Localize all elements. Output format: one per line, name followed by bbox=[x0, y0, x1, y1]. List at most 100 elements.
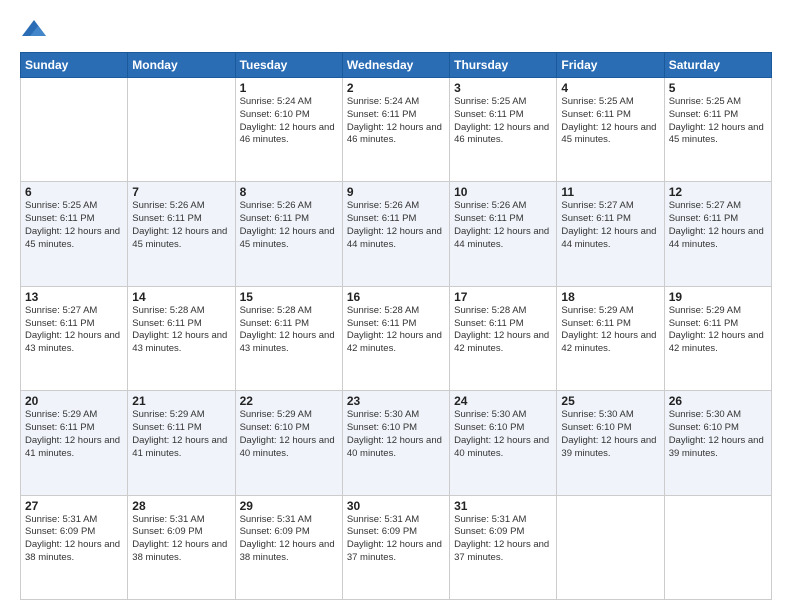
calendar-cell: 21Sunrise: 5:29 AM Sunset: 6:11 PM Dayli… bbox=[128, 391, 235, 495]
day-info: Sunrise: 5:31 AM Sunset: 6:09 PM Dayligh… bbox=[132, 514, 230, 565]
day-info: Sunrise: 5:30 AM Sunset: 6:10 PM Dayligh… bbox=[347, 409, 445, 460]
day-number: 15 bbox=[240, 290, 338, 304]
day-info: Sunrise: 5:25 AM Sunset: 6:11 PM Dayligh… bbox=[454, 96, 552, 147]
day-number: 29 bbox=[240, 499, 338, 513]
day-number: 6 bbox=[25, 185, 123, 199]
day-number: 13 bbox=[25, 290, 123, 304]
calendar-cell: 29Sunrise: 5:31 AM Sunset: 6:09 PM Dayli… bbox=[235, 495, 342, 599]
day-info: Sunrise: 5:26 AM Sunset: 6:11 PM Dayligh… bbox=[347, 200, 445, 251]
weekday-header: Saturday bbox=[664, 53, 771, 78]
day-info: Sunrise: 5:26 AM Sunset: 6:11 PM Dayligh… bbox=[240, 200, 338, 251]
calendar-cell: 3Sunrise: 5:25 AM Sunset: 6:11 PM Daylig… bbox=[450, 78, 557, 182]
calendar-cell: 28Sunrise: 5:31 AM Sunset: 6:09 PM Dayli… bbox=[128, 495, 235, 599]
day-info: Sunrise: 5:24 AM Sunset: 6:10 PM Dayligh… bbox=[240, 96, 338, 147]
calendar-cell: 10Sunrise: 5:26 AM Sunset: 6:11 PM Dayli… bbox=[450, 182, 557, 286]
day-number: 21 bbox=[132, 394, 230, 408]
day-number: 12 bbox=[669, 185, 767, 199]
day-info: Sunrise: 5:29 AM Sunset: 6:11 PM Dayligh… bbox=[25, 409, 123, 460]
day-info: Sunrise: 5:29 AM Sunset: 6:11 PM Dayligh… bbox=[132, 409, 230, 460]
calendar-cell: 14Sunrise: 5:28 AM Sunset: 6:11 PM Dayli… bbox=[128, 286, 235, 390]
day-info: Sunrise: 5:31 AM Sunset: 6:09 PM Dayligh… bbox=[25, 514, 123, 565]
calendar-cell: 13Sunrise: 5:27 AM Sunset: 6:11 PM Dayli… bbox=[21, 286, 128, 390]
day-info: Sunrise: 5:26 AM Sunset: 6:11 PM Dayligh… bbox=[132, 200, 230, 251]
day-info: Sunrise: 5:25 AM Sunset: 6:11 PM Dayligh… bbox=[561, 96, 659, 147]
logo bbox=[20, 16, 52, 44]
day-number: 25 bbox=[561, 394, 659, 408]
day-number: 1 bbox=[240, 81, 338, 95]
day-info: Sunrise: 5:29 AM Sunset: 6:11 PM Dayligh… bbox=[669, 305, 767, 356]
calendar-cell: 7Sunrise: 5:26 AM Sunset: 6:11 PM Daylig… bbox=[128, 182, 235, 286]
day-number: 5 bbox=[669, 81, 767, 95]
day-number: 10 bbox=[454, 185, 552, 199]
day-number: 31 bbox=[454, 499, 552, 513]
day-info: Sunrise: 5:29 AM Sunset: 6:11 PM Dayligh… bbox=[561, 305, 659, 356]
day-info: Sunrise: 5:31 AM Sunset: 6:09 PM Dayligh… bbox=[240, 514, 338, 565]
day-info: Sunrise: 5:31 AM Sunset: 6:09 PM Dayligh… bbox=[454, 514, 552, 565]
calendar-week-row: 6Sunrise: 5:25 AM Sunset: 6:11 PM Daylig… bbox=[21, 182, 772, 286]
weekday-header: Thursday bbox=[450, 53, 557, 78]
day-number: 23 bbox=[347, 394, 445, 408]
calendar-cell: 18Sunrise: 5:29 AM Sunset: 6:11 PM Dayli… bbox=[557, 286, 664, 390]
day-info: Sunrise: 5:30 AM Sunset: 6:10 PM Dayligh… bbox=[454, 409, 552, 460]
day-info: Sunrise: 5:26 AM Sunset: 6:11 PM Dayligh… bbox=[454, 200, 552, 251]
calendar-cell bbox=[128, 78, 235, 182]
day-info: Sunrise: 5:31 AM Sunset: 6:09 PM Dayligh… bbox=[347, 514, 445, 565]
day-info: Sunrise: 5:25 AM Sunset: 6:11 PM Dayligh… bbox=[25, 200, 123, 251]
calendar-cell: 30Sunrise: 5:31 AM Sunset: 6:09 PM Dayli… bbox=[342, 495, 449, 599]
day-info: Sunrise: 5:27 AM Sunset: 6:11 PM Dayligh… bbox=[25, 305, 123, 356]
calendar-cell: 2Sunrise: 5:24 AM Sunset: 6:11 PM Daylig… bbox=[342, 78, 449, 182]
calendar-table: SundayMondayTuesdayWednesdayThursdayFrid… bbox=[20, 52, 772, 600]
weekday-header: Sunday bbox=[21, 53, 128, 78]
day-number: 22 bbox=[240, 394, 338, 408]
calendar-cell: 9Sunrise: 5:26 AM Sunset: 6:11 PM Daylig… bbox=[342, 182, 449, 286]
calendar-cell: 19Sunrise: 5:29 AM Sunset: 6:11 PM Dayli… bbox=[664, 286, 771, 390]
day-number: 14 bbox=[132, 290, 230, 304]
day-number: 19 bbox=[669, 290, 767, 304]
day-number: 26 bbox=[669, 394, 767, 408]
weekday-header: Friday bbox=[557, 53, 664, 78]
day-info: Sunrise: 5:28 AM Sunset: 6:11 PM Dayligh… bbox=[454, 305, 552, 356]
weekday-header: Wednesday bbox=[342, 53, 449, 78]
calendar-cell bbox=[557, 495, 664, 599]
day-number: 16 bbox=[347, 290, 445, 304]
calendar-cell: 6Sunrise: 5:25 AM Sunset: 6:11 PM Daylig… bbox=[21, 182, 128, 286]
calendar-cell: 22Sunrise: 5:29 AM Sunset: 6:10 PM Dayli… bbox=[235, 391, 342, 495]
day-info: Sunrise: 5:30 AM Sunset: 6:10 PM Dayligh… bbox=[561, 409, 659, 460]
calendar-cell: 25Sunrise: 5:30 AM Sunset: 6:10 PM Dayli… bbox=[557, 391, 664, 495]
day-number: 4 bbox=[561, 81, 659, 95]
calendar-week-row: 1Sunrise: 5:24 AM Sunset: 6:10 PM Daylig… bbox=[21, 78, 772, 182]
calendar-week-row: 27Sunrise: 5:31 AM Sunset: 6:09 PM Dayli… bbox=[21, 495, 772, 599]
day-number: 28 bbox=[132, 499, 230, 513]
calendar-week-row: 13Sunrise: 5:27 AM Sunset: 6:11 PM Dayli… bbox=[21, 286, 772, 390]
calendar-cell: 11Sunrise: 5:27 AM Sunset: 6:11 PM Dayli… bbox=[557, 182, 664, 286]
calendar-cell bbox=[664, 495, 771, 599]
calendar-cell: 24Sunrise: 5:30 AM Sunset: 6:10 PM Dayli… bbox=[450, 391, 557, 495]
day-info: Sunrise: 5:29 AM Sunset: 6:10 PM Dayligh… bbox=[240, 409, 338, 460]
day-number: 11 bbox=[561, 185, 659, 199]
day-number: 9 bbox=[347, 185, 445, 199]
day-info: Sunrise: 5:30 AM Sunset: 6:10 PM Dayligh… bbox=[669, 409, 767, 460]
calendar-cell: 5Sunrise: 5:25 AM Sunset: 6:11 PM Daylig… bbox=[664, 78, 771, 182]
day-number: 20 bbox=[25, 394, 123, 408]
calendar-cell: 26Sunrise: 5:30 AM Sunset: 6:10 PM Dayli… bbox=[664, 391, 771, 495]
day-number: 3 bbox=[454, 81, 552, 95]
calendar-cell: 15Sunrise: 5:28 AM Sunset: 6:11 PM Dayli… bbox=[235, 286, 342, 390]
calendar-cell: 20Sunrise: 5:29 AM Sunset: 6:11 PM Dayli… bbox=[21, 391, 128, 495]
calendar-cell: 27Sunrise: 5:31 AM Sunset: 6:09 PM Dayli… bbox=[21, 495, 128, 599]
day-info: Sunrise: 5:28 AM Sunset: 6:11 PM Dayligh… bbox=[240, 305, 338, 356]
day-info: Sunrise: 5:27 AM Sunset: 6:11 PM Dayligh… bbox=[669, 200, 767, 251]
weekday-header: Monday bbox=[128, 53, 235, 78]
day-number: 2 bbox=[347, 81, 445, 95]
calendar-cell: 17Sunrise: 5:28 AM Sunset: 6:11 PM Dayli… bbox=[450, 286, 557, 390]
calendar-header-row: SundayMondayTuesdayWednesdayThursdayFrid… bbox=[21, 53, 772, 78]
day-number: 27 bbox=[25, 499, 123, 513]
day-number: 30 bbox=[347, 499, 445, 513]
logo-icon bbox=[20, 16, 48, 44]
day-info: Sunrise: 5:28 AM Sunset: 6:11 PM Dayligh… bbox=[132, 305, 230, 356]
header bbox=[20, 16, 772, 44]
calendar-cell bbox=[21, 78, 128, 182]
calendar-cell: 23Sunrise: 5:30 AM Sunset: 6:10 PM Dayli… bbox=[342, 391, 449, 495]
day-info: Sunrise: 5:24 AM Sunset: 6:11 PM Dayligh… bbox=[347, 96, 445, 147]
day-number: 7 bbox=[132, 185, 230, 199]
calendar-cell: 8Sunrise: 5:26 AM Sunset: 6:11 PM Daylig… bbox=[235, 182, 342, 286]
